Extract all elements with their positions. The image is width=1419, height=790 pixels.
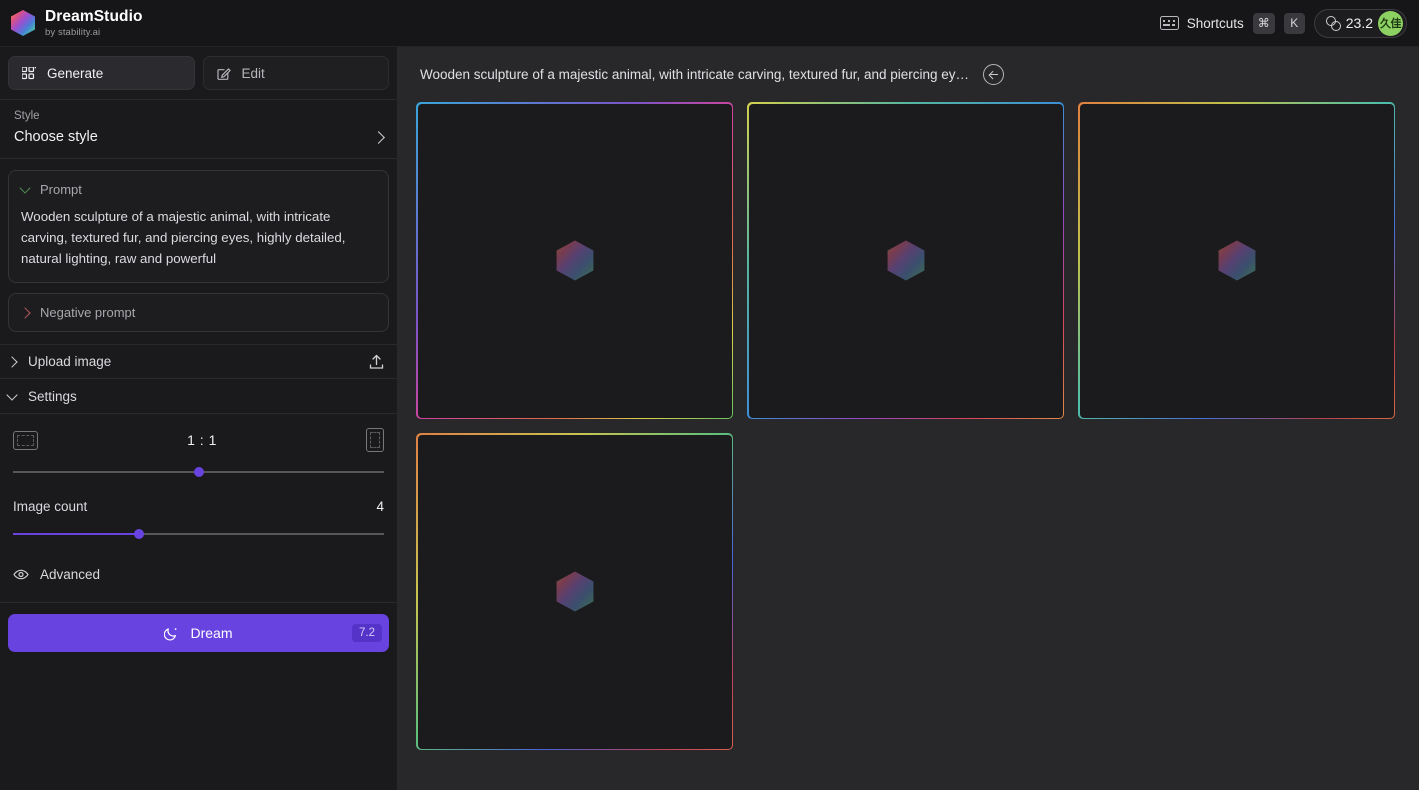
- upload-image-row[interactable]: Upload image: [0, 344, 397, 379]
- pencil-square-icon: [216, 68, 231, 80]
- dream-cost-badge: 7.2: [352, 624, 382, 642]
- mode-tabs: Generate Edit: [0, 47, 397, 99]
- landscape-frame-icon[interactable]: [13, 430, 38, 450]
- grid-icon: [22, 66, 36, 79]
- tab-edit[interactable]: Edit: [202, 56, 389, 90]
- credits-value: 23.2: [1345, 15, 1373, 31]
- prompt-card[interactable]: Prompt Wooden sculpture of a majestic an…: [8, 170, 389, 283]
- image-count-slider[interactable]: [13, 527, 384, 541]
- key-k[interactable]: K: [1283, 12, 1305, 34]
- negative-prompt-title: Negative prompt: [40, 305, 136, 320]
- image-canvas: [417, 434, 732, 749]
- generated-image-4[interactable]: [416, 433, 733, 750]
- key-command[interactable]: ⌘: [1252, 12, 1275, 34]
- advanced-label: Advanced: [40, 566, 101, 582]
- tab-generate-label: Generate: [47, 65, 104, 81]
- image-canvas: [417, 103, 732, 418]
- coin-icon: [1325, 15, 1341, 31]
- chevron-right-icon: [19, 306, 31, 319]
- advanced-row[interactable]: Advanced: [0, 557, 397, 591]
- back-arrow-circle-icon[interactable]: [983, 64, 1005, 85]
- upload-icon[interactable]: [369, 354, 384, 370]
- dream-section: Dream 7.2: [0, 602, 397, 652]
- image-count-row: Image count 4: [13, 499, 384, 514]
- aspect-ratio-value: 1 : 1: [187, 432, 217, 448]
- prompt-text[interactable]: Wooden sculpture of a majestic animal, w…: [21, 206, 376, 269]
- credits-pill[interactable]: 23.2 久佳: [1313, 8, 1407, 38]
- keyboard-icon: [1159, 16, 1179, 30]
- brand[interactable]: DreamStudio by stability.ai: [10, 9, 143, 37]
- chevron-right-icon: [372, 130, 385, 144]
- dream-label: Dream: [190, 625, 233, 641]
- chevron-right-icon: [6, 355, 18, 368]
- hexagon-gradient-icon: [556, 240, 593, 281]
- avatar[interactable]: 久佳: [1378, 10, 1403, 36]
- brand-title: DreamStudio: [45, 8, 143, 25]
- hexagon-gradient-icon: [887, 240, 924, 281]
- moon-icon: [164, 627, 177, 641]
- generated-image-2[interactable]: [747, 102, 1064, 419]
- main-header-prompt: Wooden sculpture of a majestic animal, w…: [420, 67, 970, 82]
- settings-label: Settings: [28, 388, 77, 404]
- chevron-down-icon: [6, 388, 18, 401]
- settings-panel: 1 : 1 Image count 4: [0, 414, 397, 541]
- back-arrow-glyph: [989, 70, 999, 79]
- slider-thumb[interactable]: [134, 529, 145, 539]
- tab-edit-label: Edit: [241, 65, 265, 81]
- slider-thumb[interactable]: [193, 467, 204, 477]
- negative-prompt-card[interactable]: Negative prompt: [8, 293, 389, 332]
- aspect-ratio-slider[interactable]: [13, 465, 384, 479]
- top-bar: DreamStudio by stability.ai Shortcuts ⌘ …: [0, 0, 1419, 47]
- style-selector[interactable]: Style Choose style: [0, 100, 397, 159]
- hexagon-gradient-icon: [556, 571, 593, 612]
- settings-row[interactable]: Settings: [0, 379, 397, 414]
- hexagon-gradient-icon: [1218, 240, 1255, 281]
- style-label: Style: [14, 110, 40, 122]
- image-count-value: 4: [376, 499, 384, 514]
- prompt-header[interactable]: Prompt: [19, 182, 376, 197]
- generated-image-3[interactable]: [1078, 102, 1395, 419]
- tab-generate[interactable]: Generate: [8, 56, 195, 90]
- image-count-label: Image count: [13, 499, 88, 514]
- image-canvas: [1079, 103, 1394, 418]
- topbar-right: Shortcuts ⌘ K 23.2 久佳: [1159, 8, 1407, 38]
- image-canvas: [748, 103, 1063, 418]
- eye-icon: [13, 569, 29, 579]
- app-body: Generate Edit Style Choose style Prompt …: [0, 47, 1419, 790]
- dreamstudio-app: DreamStudio by stability.ai Shortcuts ⌘ …: [0, 0, 1419, 790]
- slider-fill: [13, 533, 140, 535]
- chevron-down-icon: [19, 182, 31, 194]
- main-header: Wooden sculpture of a majestic animal, w…: [398, 47, 1419, 102]
- generated-image-1[interactable]: [416, 102, 733, 419]
- dream-button[interactable]: Dream 7.2: [8, 614, 389, 652]
- style-value: Choose style: [14, 129, 98, 145]
- image-gallery: [398, 102, 1419, 750]
- brand-subtitle: by stability.ai: [45, 26, 101, 38]
- hexagon-gradient-icon: [11, 10, 35, 36]
- aspect-ratio-row: 1 : 1: [13, 428, 384, 452]
- shortcuts-button[interactable]: Shortcuts: [1159, 15, 1244, 31]
- prompt-title: Prompt: [40, 182, 82, 197]
- main-content: Wooden sculpture of a majestic animal, w…: [398, 47, 1419, 790]
- portrait-frame-icon[interactable]: [366, 428, 384, 452]
- sidebar: Generate Edit Style Choose style Prompt …: [0, 47, 398, 790]
- upload-image-label: Upload image: [28, 354, 112, 369]
- shortcuts-label: Shortcuts: [1186, 15, 1244, 31]
